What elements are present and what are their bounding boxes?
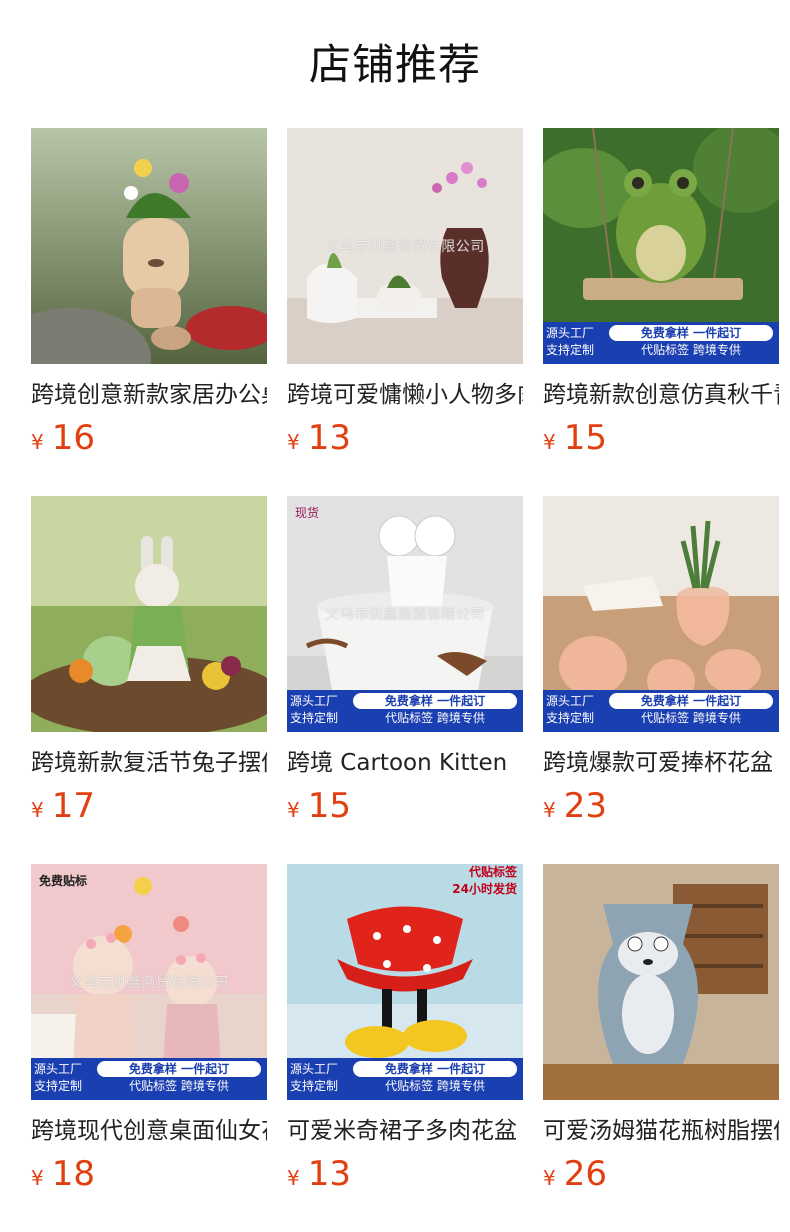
product-name[interactable]: 跨境创意新款家居办公桌面 (31, 378, 267, 412)
product-image[interactable]: 义乌市洪鑫商贸有限公司 (287, 128, 523, 364)
currency-symbol: ¥ (31, 430, 44, 454)
product-price: ¥ 15 (287, 786, 351, 826)
product-card[interactable]: 跨境新款复活节兔子摆件 ¥ 17 (31, 496, 267, 864)
promo-banner: 源头工厂 支持定制 免费拿样 一件起订 代贴标签 跨境专供 (31, 1058, 267, 1100)
product-price: ¥ 13 (287, 418, 351, 458)
product-name[interactable]: 可爱汤姆猫花瓶树脂摆件 (543, 1114, 779, 1148)
price-value: 15 (307, 786, 351, 826)
product-price: ¥ 18 (31, 1154, 95, 1194)
page-title: 店铺推荐 (308, 40, 481, 89)
product-card[interactable]: 现货 义乌市洪鑫商贸有限公司 源头工厂 支持定制 免费拿样 一件起订 代贴标签 … (287, 496, 523, 864)
product-image[interactable] (543, 864, 779, 1100)
label-service-tag: 代贴标签 (468, 865, 517, 879)
watermark-text: 义乌市洪鑫商贸有限公司 (325, 607, 485, 623)
top-right-tags: 代贴标签 24小时发货 (452, 864, 517, 898)
currency-symbol: ¥ (543, 430, 556, 454)
price-value: 15 (563, 418, 607, 458)
banner-text-factory: 源头工厂 (546, 326, 595, 340)
stock-tag: 现货 (295, 506, 320, 520)
banner-text-factory: 源头工厂 (290, 1062, 339, 1076)
product-image[interactable]: 免费贴标 义乌市洪鑫商贸有限公司 源头工厂 支持定制 免费拿样 一件起订 代贴标… (31, 864, 267, 1100)
promo-banner: 源头工厂 支持定制 免费拿样 一件起订 代贴标签 跨境专供 (543, 690, 779, 732)
product-image[interactable]: 现货 义乌市洪鑫商贸有限公司 源头工厂 支持定制 免费拿样 一件起订 代贴标签 … (287, 496, 523, 732)
promo-banner: 源头工厂 支持定制 免费拿样 一件起订 代贴标签 跨境专供 (543, 322, 779, 364)
banner-text-factory: 源头工厂 (34, 1062, 83, 1076)
store-recommendations-page: 店铺推荐 跨境创意新款家居办公 ¥ 16 义乌市洪鑫商贸有限公司 跨境可爱慵懒小… (0, 0, 790, 1232)
price-value: 13 (307, 1154, 351, 1194)
product-name[interactable]: 跨境新款复活节兔子摆件 (31, 746, 267, 780)
promo-banner: 源头工厂 支持定制 免费拿样 一件起订 代贴标签 跨境专供 (287, 1058, 523, 1100)
product-name[interactable]: 跨境可爱慵懒小人物多肉花盆 (287, 378, 523, 412)
watermark-text: 义乌市洪鑫商贸有限公司 (325, 239, 485, 255)
currency-symbol: ¥ (543, 798, 556, 822)
currency-symbol: ¥ (287, 1166, 300, 1190)
price-value: 26 (563, 1154, 607, 1194)
banner-sub: 代贴标签 跨境专供 (385, 1079, 485, 1093)
price-value: 13 (307, 418, 351, 458)
product-price: ¥ 26 (543, 1154, 607, 1194)
banner-text-custom: 支持定制 (34, 1079, 83, 1093)
price-value: 17 (51, 786, 95, 826)
banner-pill: 免费拿样 一件起订 (97, 1061, 261, 1077)
product-name[interactable]: 可爱米奇裙子多肉花盆 (287, 1114, 523, 1148)
product-image[interactable]: 源头工厂 支持定制 免费拿样 一件起订 代贴标签 跨境专供 (543, 128, 779, 364)
product-image[interactable]: 源头工厂 支持定制 免费拿样 一件起订 代贴标签 跨境专供 (543, 496, 779, 732)
shipping-tag: 24小时发货 (452, 882, 517, 896)
product-card[interactable]: 免费贴标 义乌市洪鑫商贸有限公司 源头工厂 支持定制 免费拿样 一件起订 代贴标… (31, 864, 267, 1232)
banner-pill: 免费拿样 一件起订 (353, 1061, 517, 1077)
banner-text-factory: 源头工厂 (546, 694, 595, 708)
banner-text-custom: 支持定制 (546, 711, 595, 725)
product-price: ¥ 16 (31, 418, 95, 458)
product-price: ¥ 15 (543, 418, 607, 458)
product-name[interactable]: 跨境爆款可爱捧杯花盆 (543, 746, 779, 780)
product-card[interactable]: 可爱汤姆猫花瓶树脂摆件 ¥ 26 (543, 864, 779, 1232)
product-name[interactable]: 跨境新款创意仿真秋千青蛙 (543, 378, 779, 412)
banner-text-custom: 支持定制 (290, 711, 339, 725)
currency-symbol: ¥ (543, 1166, 556, 1190)
promo-banner: 源头工厂 支持定制 免费拿样 一件起订 代贴标签 跨境专供 (287, 690, 523, 732)
currency-symbol: ¥ (31, 798, 44, 822)
banner-text-factory: 源头工厂 (290, 694, 339, 708)
product-image[interactable] (31, 128, 267, 364)
product-price: ¥ 13 (287, 1154, 351, 1194)
banner-sub: 代贴标签 跨境专供 (385, 711, 485, 725)
banner-sub: 代贴标签 跨境专供 (641, 711, 741, 725)
product-name[interactable]: 跨境现代创意桌面仙女花盆 (31, 1114, 267, 1148)
banner-sub: 代贴标签 跨境专供 (129, 1079, 229, 1093)
price-value: 18 (51, 1154, 95, 1194)
banner-text-custom: 支持定制 (290, 1079, 339, 1093)
product-image[interactable] (31, 496, 267, 732)
currency-symbol: ¥ (31, 1166, 44, 1190)
product-name[interactable]: 跨境 Cartoon Kitten (287, 746, 523, 780)
product-price: ¥ 23 (543, 786, 607, 826)
product-card[interactable]: 代贴标签 24小时发货 源头工厂 支持定制 免费拿样 一件起订 代贴标签 跨境专… (287, 864, 523, 1232)
product-grid: 跨境创意新款家居办公桌面 ¥ 16 (31, 128, 779, 1232)
banner-pill: 免费拿样 一件起订 (609, 325, 773, 341)
banner-sub: 代贴标签 跨境专供 (641, 343, 741, 357)
banner-pill: 免费拿样 一件起订 (353, 693, 517, 709)
price-value: 16 (51, 418, 95, 458)
product-image[interactable]: 代贴标签 24小时发货 源头工厂 支持定制 免费拿样 一件起订 代贴标签 跨境专… (287, 864, 523, 1100)
currency-symbol: ¥ (287, 798, 300, 822)
banner-pill: 免费拿样 一件起订 (609, 693, 773, 709)
product-card[interactable]: 源头工厂 支持定制 免费拿样 一件起订 代贴标签 跨境专供 跨境新款创意仿真秋千… (543, 128, 779, 496)
product-price: ¥ 17 (31, 786, 95, 826)
free-label-tag: 免费贴标 (39, 874, 88, 888)
currency-symbol: ¥ (287, 430, 300, 454)
watermark-text: 义乌市洪鑫商贸有限公司 (69, 975, 229, 991)
banner-text-custom: 支持定制 (546, 343, 595, 357)
product-card[interactable]: 跨境创意新款家居办公桌面 ¥ 16 (31, 128, 267, 496)
price-value: 23 (563, 786, 607, 826)
product-card[interactable]: 义乌市洪鑫商贸有限公司 跨境可爱慵懒小人物多肉花盆 ¥ 13 (287, 128, 523, 496)
product-card[interactable]: 源头工厂 支持定制 免费拿样 一件起订 代贴标签 跨境专供 跨境爆款可爱捧杯花盆… (543, 496, 779, 864)
